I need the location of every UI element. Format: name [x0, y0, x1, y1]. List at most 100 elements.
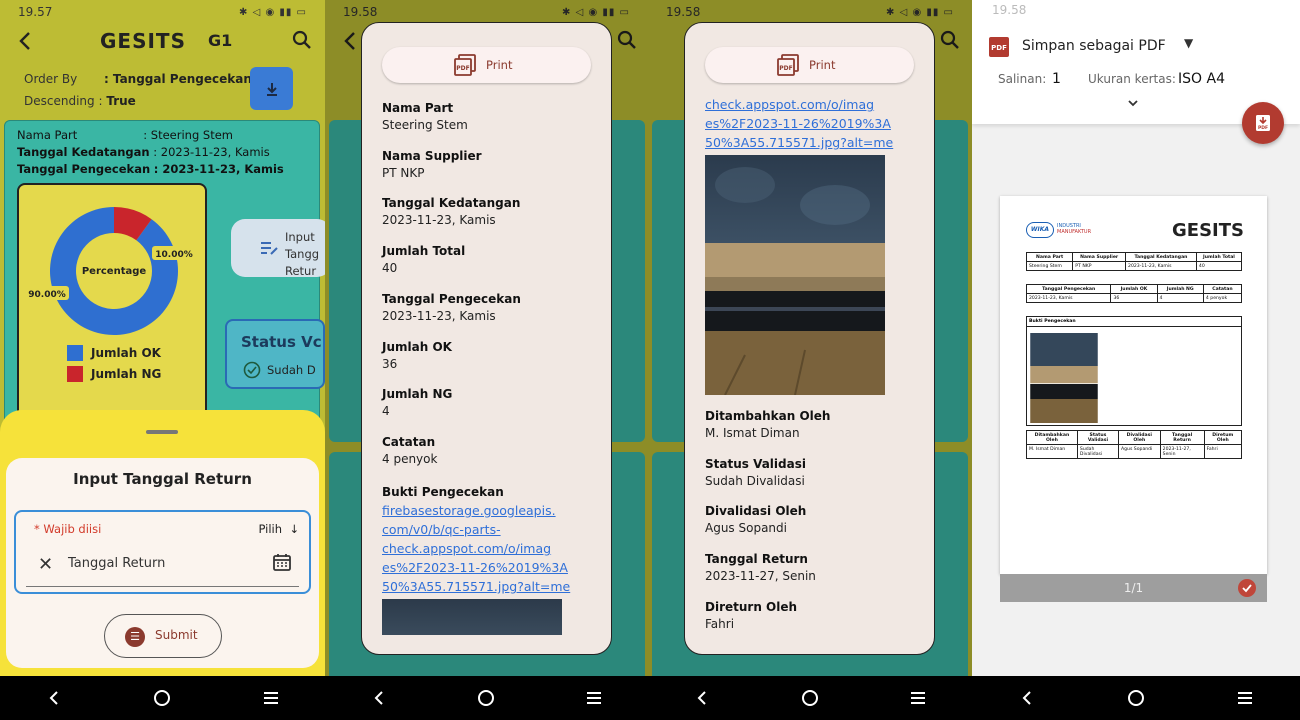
save-pdf-button[interactable]: PDF — [1242, 102, 1284, 144]
detail-value: 2023-11-23, Kamis — [382, 308, 496, 323]
calendar-icon[interactable] — [272, 552, 292, 572]
pick-label[interactable]: Pilih ↓ — [258, 522, 299, 536]
tgl-kedatangan-label: Tanggal Kedatangan — [17, 145, 150, 159]
page-selected-check-icon[interactable] — [1238, 579, 1256, 597]
status-value: Sudah D — [267, 363, 316, 377]
nav-back-icon[interactable] — [1012, 683, 1042, 713]
submit-button[interactable]: ☰ Submit — [104, 614, 222, 658]
status-title: Status Vc — [241, 333, 322, 351]
copies-value[interactable]: 1 — [1052, 71, 1061, 87]
data-label-text: 10.00% — [155, 250, 193, 260]
legend-swatch — [67, 366, 83, 382]
sort-info: Order By : Tanggal Pengecekan Descending… — [24, 68, 252, 112]
detail-value: 40 — [382, 261, 398, 276]
return-date-field[interactable]: * Wajib diisi Pilih ↓ ✕ Tanggal Return — [14, 510, 311, 594]
chevron-down-icon[interactable] — [1126, 96, 1140, 110]
doc-header-cell: Tanggal Pengecekan — [1025, 284, 1112, 294]
detail-field: Tanggal Kedatangan 2023-11-23, Kamis — [382, 196, 602, 227]
detail-field: Divalidasi Oleh Agus Sopandi — [705, 504, 925, 535]
doc-header-cell: Catatan — [1202, 284, 1243, 294]
chart-box: Percentage 90.00% 10.00% Jumlah OK Jumlah NG — [17, 183, 207, 423]
center-label: Percentage — [82, 262, 146, 278]
page-indicator-bar: 1/1 — [1000, 574, 1267, 602]
tgl-kedatangan-value: : 2023-11-23, Kamis — [153, 145, 270, 159]
nav-home-icon[interactable] — [471, 683, 501, 713]
donut-chart: Percentage 90.00% 10.00% Jumlah OK Jumlah NG — [25, 207, 196, 382]
link-line-5: 50%3A55.715571.jpg?alt=me — [382, 579, 571, 594]
nav-bar — [0, 676, 325, 720]
detail-key: Nama Supplier — [382, 148, 482, 163]
doc-value-cell: Fahri — [1203, 444, 1243, 459]
detail-field: Direturn Oleh Fahri — [705, 600, 925, 631]
nav-home-icon[interactable] — [795, 683, 825, 713]
detail-value: Sudah Divalidasi — [705, 473, 805, 488]
data-label-text: 90.00% — [28, 290, 66, 300]
search-icon[interactable] — [292, 30, 312, 50]
svg-text:PDF: PDF — [456, 65, 469, 72]
back-arrow-icon[interactable] — [16, 30, 36, 52]
doc-value-cell: Steering Stem — [1025, 261, 1074, 271]
nav-back-icon[interactable] — [39, 683, 69, 713]
sheet-title: Input Tanggal Return — [73, 470, 252, 488]
screen-detail-top: 19.58 ✱ ◁ ◉ ▮▮ ▭ PDF Print Nama Part Stee… — [325, 0, 648, 720]
link-line-3: check.appspot.com/o/imag — [382, 541, 552, 556]
print-button[interactable]: PDF Print — [382, 47, 591, 83]
detail-key: Catatan — [382, 434, 436, 449]
input-return-button[interactable]: Input Tangg Retur — [231, 219, 325, 278]
nav-menu-icon[interactable] — [256, 683, 286, 713]
dropdown-caret-icon[interactable]: ▼ — [1184, 36, 1193, 50]
detail-key: Jumlah OK — [382, 339, 452, 354]
destination-select[interactable]: Simpan sebagai PDF — [1022, 38, 1166, 54]
print-label: Print — [486, 58, 513, 72]
print-button[interactable]: PDF Print — [705, 47, 914, 83]
detail-value: Fahri — [705, 616, 735, 631]
nav-home-icon[interactable] — [1121, 683, 1151, 713]
detail-field: Tanggal Pengecekan 2023-11-23, Kamis — [382, 292, 602, 323]
field-underline — [26, 586, 299, 587]
tgl-pengecekan-value: : 2023-11-23, Kamis — [153, 162, 284, 176]
drag-handle[interactable] — [146, 430, 178, 434]
submit-icon: ☰ — [125, 627, 145, 647]
nav-back-icon[interactable] — [364, 683, 394, 713]
bukti-photo — [382, 599, 562, 635]
download-button[interactable] — [250, 67, 293, 110]
doc-value-cell: M. Ismat Diman — [1026, 444, 1078, 459]
nav-home-icon[interactable] — [147, 683, 177, 713]
detail-key: Jumlah NG — [382, 387, 453, 402]
pdf-icon: PDF — [989, 37, 1009, 57]
nav-menu-icon[interactable] — [903, 683, 933, 713]
side-line-3: Retur — [285, 264, 317, 278]
clear-icon[interactable]: ✕ — [38, 554, 53, 575]
download-pdf-icon: PDF — [1256, 115, 1270, 131]
link-line-3: check.appspot.com/o/imag — [705, 97, 875, 112]
sort-label: Descending : — [24, 94, 103, 108]
nav-menu-icon[interactable] — [1230, 683, 1260, 713]
detail-value: 2023-11-27, Senin — [705, 569, 816, 584]
edit-list-icon — [261, 242, 278, 255]
detail-value: PT NKP — [382, 165, 425, 180]
link-line-4: es%2F2023-11-26%2019%3A — [382, 560, 568, 575]
detail-field: Jumlah OK 36 — [382, 340, 602, 371]
detail-key: Direturn Oleh — [705, 599, 798, 614]
doc-value-cell: 4 penyok — [1202, 293, 1243, 303]
data-label-1: 10.00% — [152, 246, 196, 260]
nav-menu-icon[interactable] — [579, 683, 609, 713]
bukti-link[interactable]: firebasestorage.googleapis. com/v0/b/qc-… — [382, 501, 602, 596]
pdf-page: WIKA INDUSTRI MANUFAKTUR GESITS Nama Par… — [1000, 196, 1267, 574]
doc-header-row: Tanggal Pengecekan Jumlah OK Jumlah NG Cata… — [1025, 284, 1243, 294]
doc-bukti-label: Bukti Pengecekan — [1027, 317, 1241, 327]
doc-table-1: Nama Part Nama Supplier Tanggal Kedatangan… — [1025, 252, 1243, 271]
paper-size-value[interactable]: ISO A4 — [1178, 71, 1225, 87]
detail-key: Tanggal Kedatangan — [382, 196, 521, 211]
doc-table-2: Tanggal Pengecekan Jumlah OK Jumlah NG Cata… — [1025, 284, 1243, 303]
part-card[interactable]: Nama Part: Steering Stem Tanggal Kedatan… — [4, 120, 325, 450]
detail-key: Divalidasi Oleh — [705, 504, 807, 519]
nav-back-icon[interactable] — [687, 683, 717, 713]
bukti-link-tail[interactable]: check.appspot.com/o/imag es%2F2023-11-26… — [705, 95, 925, 152]
detail-field: Nama Supplier PT NKP — [382, 149, 602, 180]
detail-value: M. Ismat Diman — [705, 426, 800, 440]
link-line-4: es%2F2023-11-26%2019%3A — [705, 116, 891, 131]
doc-value-row: 2023-11-23, Kamis 36 4 4 penyok — [1025, 293, 1243, 303]
detail-key: Jumlah Total — [382, 244, 466, 259]
doc-value-cell: 2023-11-23, Kamis — [1025, 293, 1112, 303]
